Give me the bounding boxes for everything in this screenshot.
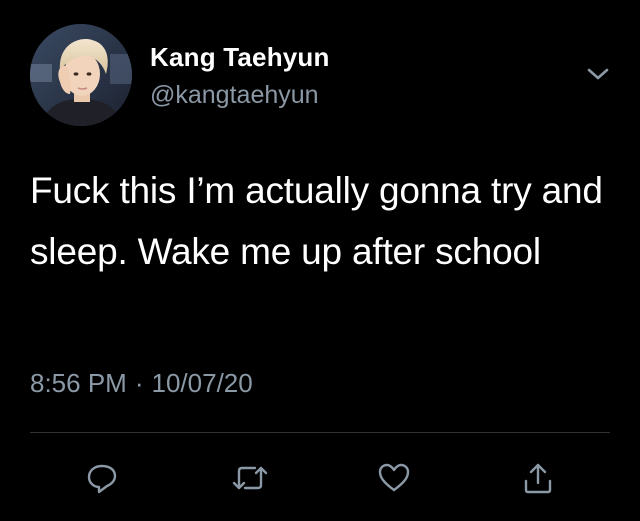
like-button[interactable] — [374, 458, 414, 498]
retweet-icon — [232, 466, 268, 490]
profile-photo-icon — [30, 24, 132, 126]
handle[interactable]: @kangtaehyun — [150, 81, 319, 110]
share-icon — [524, 463, 552, 494]
avatar[interactable] — [30, 24, 132, 126]
share-button[interactable] — [518, 458, 558, 498]
tweet-date[interactable]: 10/07/20 — [152, 368, 253, 398]
reply-icon — [87, 464, 117, 494]
like-icon — [378, 463, 410, 492]
tweet-card: Kang Taehyun @kangtaehyun Fuck this I’m … — [0, 0, 640, 521]
retweet-button[interactable] — [230, 458, 270, 498]
meta-separator: · — [134, 368, 144, 398]
divider — [30, 432, 610, 433]
tweet-meta: 8:56 PM · 10/07/20 — [30, 368, 253, 399]
reply-button[interactable] — [82, 458, 122, 498]
chevron-down-icon[interactable] — [585, 64, 611, 84]
tweet-text: Fuck this I’m actually gonna try and sle… — [30, 170, 603, 272]
display-name[interactable]: Kang Taehyun — [150, 42, 330, 73]
tweet-time[interactable]: 8:56 PM — [30, 368, 127, 398]
